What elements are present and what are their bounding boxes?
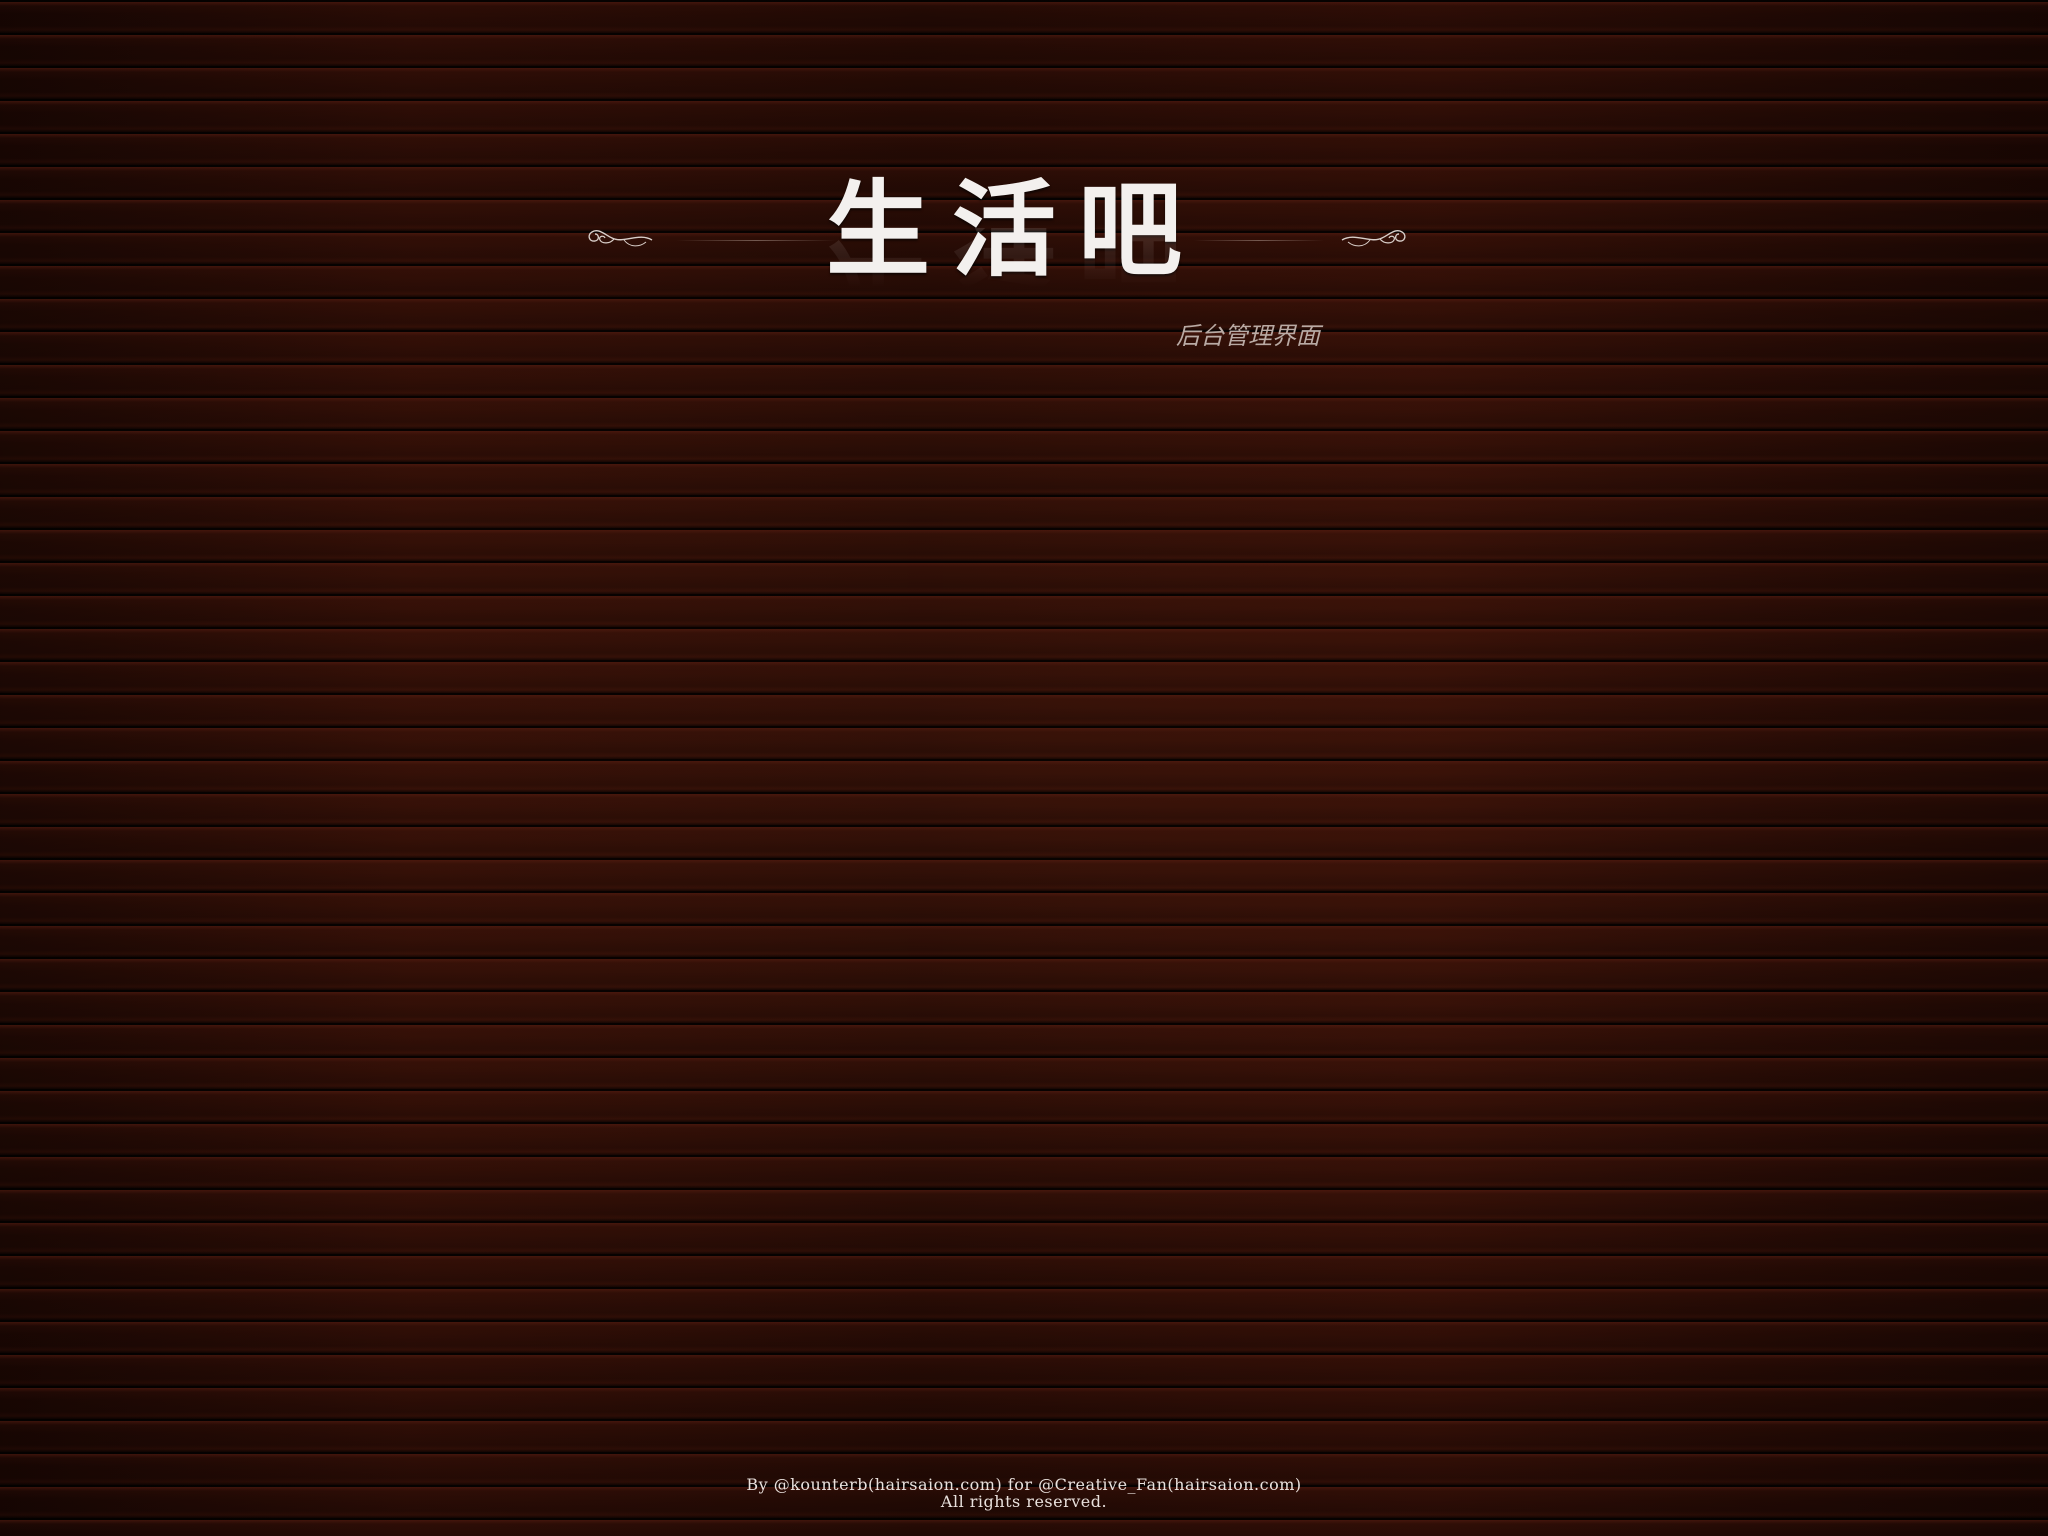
page-footer: By @kounterb(hairsaion.com) for @Creativ…	[0, 1476, 2048, 1510]
flourish-left-icon	[588, 229, 653, 247]
page-subtitle: 后台管理界面	[1176, 322, 1320, 350]
header-rule-right	[1194, 240, 1324, 241]
page-header: 生活吧 生活吧 后台管理界面	[0, 0, 2048, 380]
footer-credit: By @kounterb(hairsaion.com) for @Creativ…	[746, 1475, 1302, 1494]
footer-copyright: All rights reserved.	[940, 1492, 1108, 1511]
flourish-right-icon	[1341, 229, 1406, 247]
page-title-reflection: 生活吧	[826, 228, 1204, 288]
header-rule-left	[676, 240, 836, 241]
